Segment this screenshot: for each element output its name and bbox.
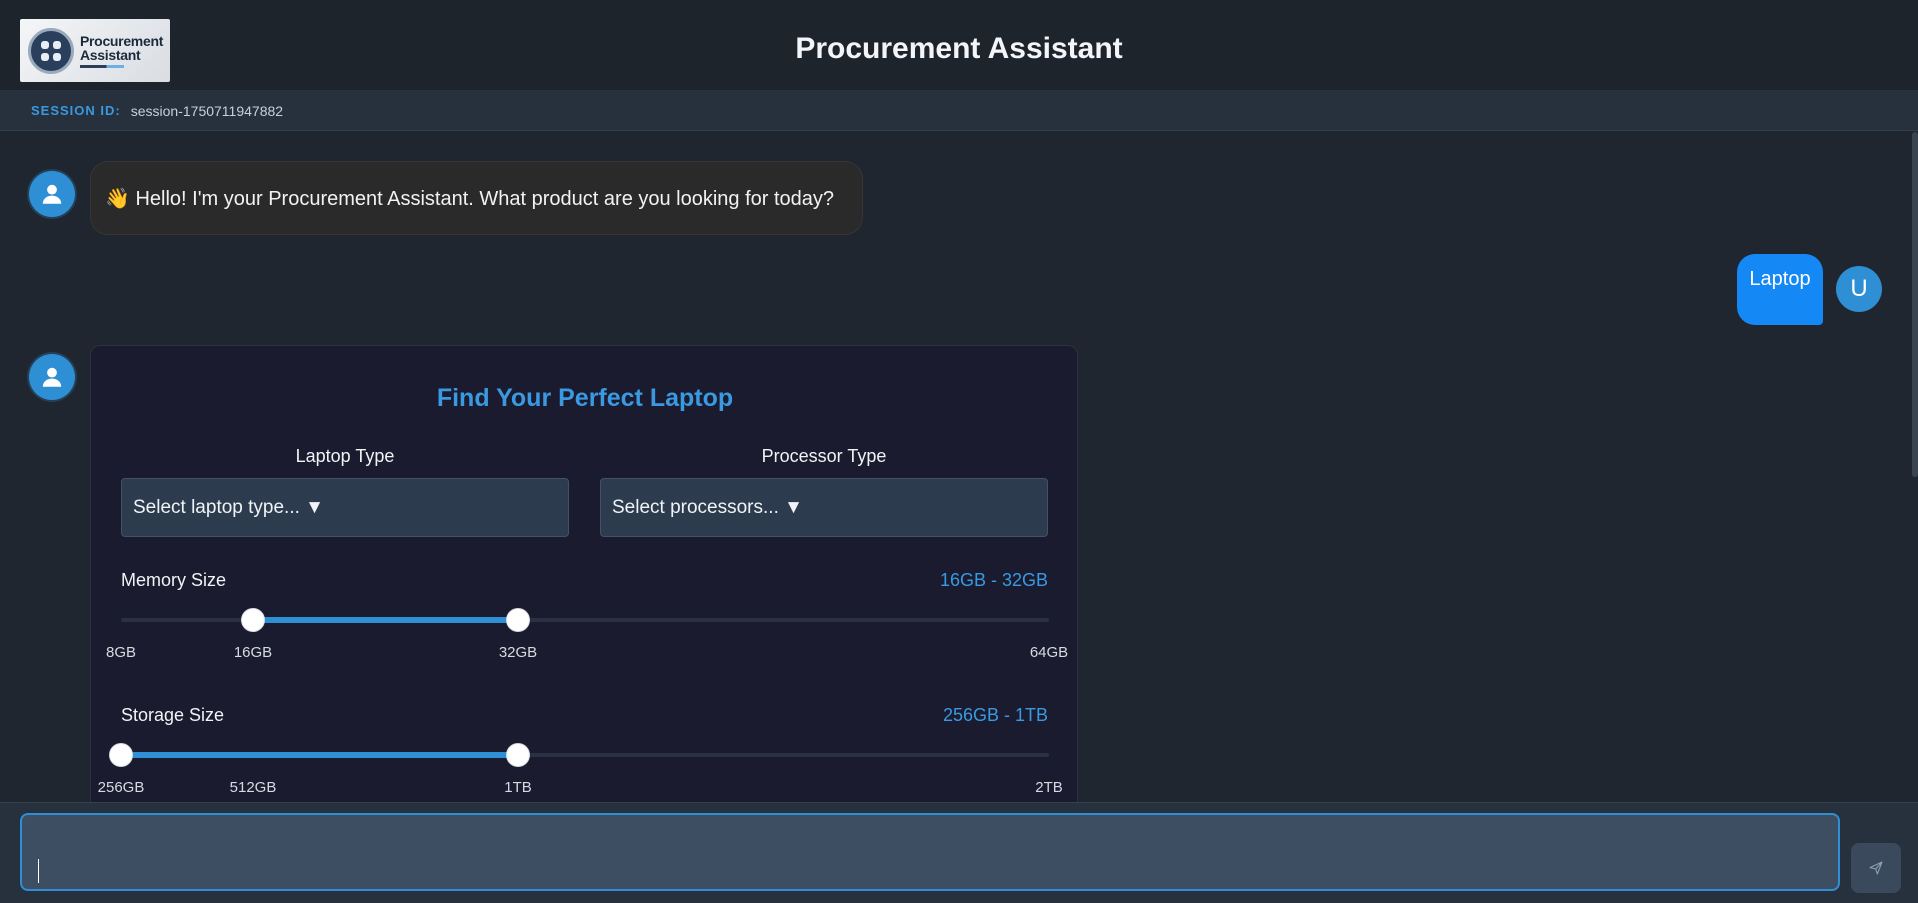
session-bar: SESSION ID: session-1750711947882 bbox=[0, 91, 1918, 131]
storage-size-label: Storage Size bbox=[121, 705, 225, 725]
storage-tick-label: 512GB bbox=[229, 779, 277, 796]
storage-slider-max-thumb[interactable] bbox=[507, 744, 529, 766]
storage-size-range: 256GB - 1TB bbox=[942, 705, 1048, 725]
text-caret bbox=[38, 859, 39, 883]
chat-area[interactable]: 👋 Hello! I'm your Procurement Assistant.… bbox=[0, 132, 1918, 802]
processor-type-label: Processor Type bbox=[761, 446, 887, 466]
storage-tick-label: 1TB bbox=[504, 779, 532, 796]
memory-tick-label: 64GB bbox=[1029, 644, 1069, 661]
storage-tick-label: 2TB bbox=[1035, 779, 1063, 796]
session-id-label: SESSION ID: bbox=[31, 103, 121, 118]
memory-size-label: Memory Size bbox=[121, 570, 227, 590]
user-message: Laptop bbox=[1737, 254, 1823, 325]
person-icon bbox=[42, 367, 62, 387]
filter-card-title: Find Your Perfect Laptop bbox=[436, 384, 734, 412]
session-id-value: session-1750711947882 bbox=[130, 102, 284, 119]
laptop-filter-card: Find Your Perfect Laptop Laptop Type Sel… bbox=[90, 345, 1078, 802]
laptop-type-label: Laptop Type bbox=[295, 446, 395, 466]
laptop-type-select[interactable]: Select laptop type... ▼ bbox=[121, 478, 569, 537]
send-button[interactable] bbox=[1851, 843, 1901, 893]
memory-tick-label: 8GB bbox=[105, 644, 136, 661]
input-bar bbox=[0, 802, 1918, 903]
page-title: Procurement Assistant bbox=[795, 32, 1123, 65]
memory-slider-max-thumb[interactable] bbox=[507, 609, 529, 631]
storage-tick-label: 256GB bbox=[97, 779, 145, 796]
memory-slider-fill bbox=[253, 617, 518, 623]
chat-scrollbar[interactable] bbox=[1912, 132, 1918, 477]
memory-slider-min-thumb[interactable] bbox=[242, 609, 264, 631]
memory-tick-label: 16GB bbox=[233, 644, 273, 661]
storage-slider-fill bbox=[121, 752, 518, 758]
person-icon bbox=[42, 184, 62, 204]
bot-message-greeting: 👋 Hello! I'm your Procurement Assistant.… bbox=[90, 161, 863, 235]
user-avatar: U bbox=[1836, 266, 1882, 312]
bot-avatar bbox=[29, 171, 75, 217]
bot-avatar bbox=[29, 354, 75, 400]
storage-slider-min-thumb[interactable] bbox=[110, 744, 132, 766]
memory-size-range: 16GB - 32GB bbox=[939, 570, 1048, 590]
processor-type-select[interactable]: Select processors... ▼ bbox=[600, 478, 1048, 537]
app-header: Procurement Assistant Procurement Assist… bbox=[0, 0, 1918, 91]
send-icon bbox=[1869, 861, 1883, 875]
message-input[interactable] bbox=[20, 813, 1840, 891]
memory-tick-label: 32GB bbox=[498, 644, 538, 661]
